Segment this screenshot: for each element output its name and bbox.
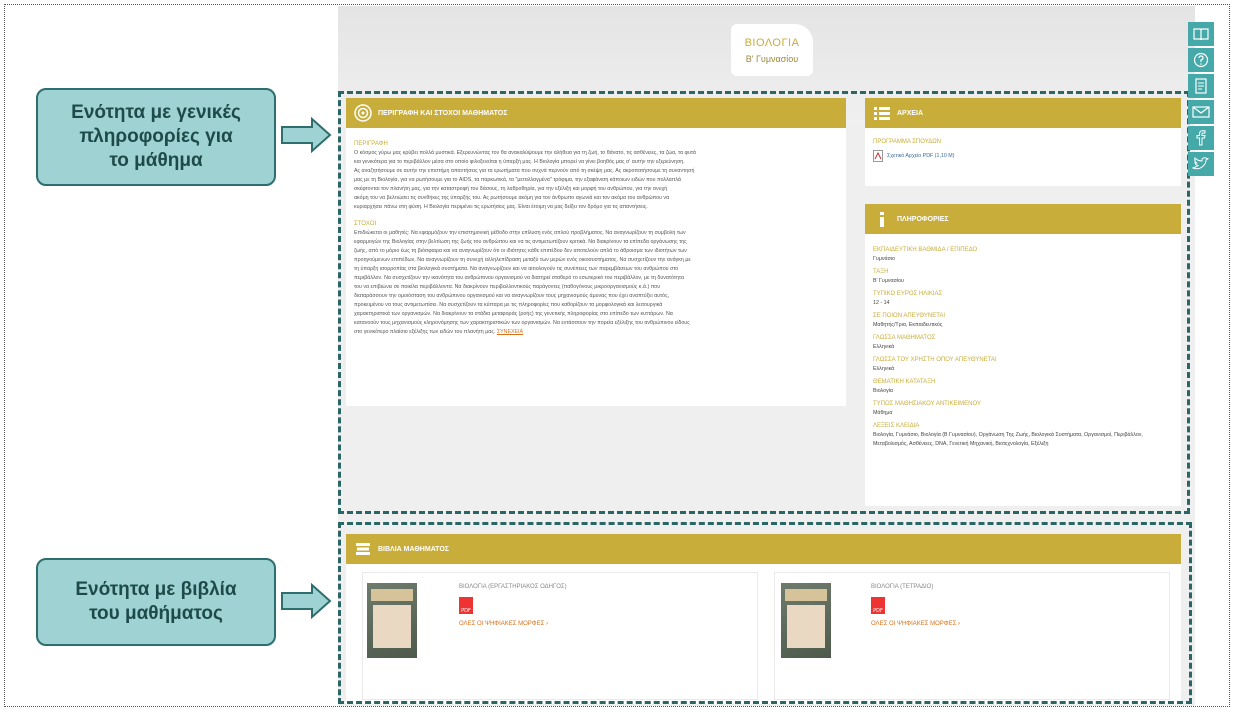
arrow-right-icon [281, 117, 332, 153]
mail-icon[interactable] [1188, 100, 1214, 124]
side-toolbar [1188, 22, 1216, 178]
callout-line: του μαθήματος [89, 603, 223, 624]
callout-line: Ενότητα με γενικές [71, 102, 241, 123]
callout-line: πληροφορίες για [79, 126, 233, 147]
document-icon[interactable] [1188, 74, 1214, 98]
twitter-icon[interactable] [1188, 152, 1214, 176]
info-section-highlight [338, 91, 1190, 514]
arrow-right-icon [281, 583, 332, 619]
callout-line: το μάθημα [109, 150, 203, 171]
books-section-highlight [338, 522, 1192, 704]
callout-books: Ενότητα με βιβλία του μαθήματος [36, 558, 276, 646]
facebook-icon[interactable] [1188, 126, 1214, 150]
help-icon[interactable] [1188, 48, 1214, 72]
book-icon[interactable] [1188, 22, 1214, 46]
course-title-badge: ΒΙΟΛΟΓΙΑ Β' Γυμνασίου [731, 24, 813, 76]
course-title: ΒΙΟΛΟΓΙΑ [744, 37, 800, 49]
course-grade: Β' Γυμνασίου [745, 54, 799, 64]
callout-line: Ενότητα με βιβλία [75, 579, 237, 600]
callout-general-info: Ενότητα με γενικές πληροφορίες για το μά… [36, 88, 276, 186]
